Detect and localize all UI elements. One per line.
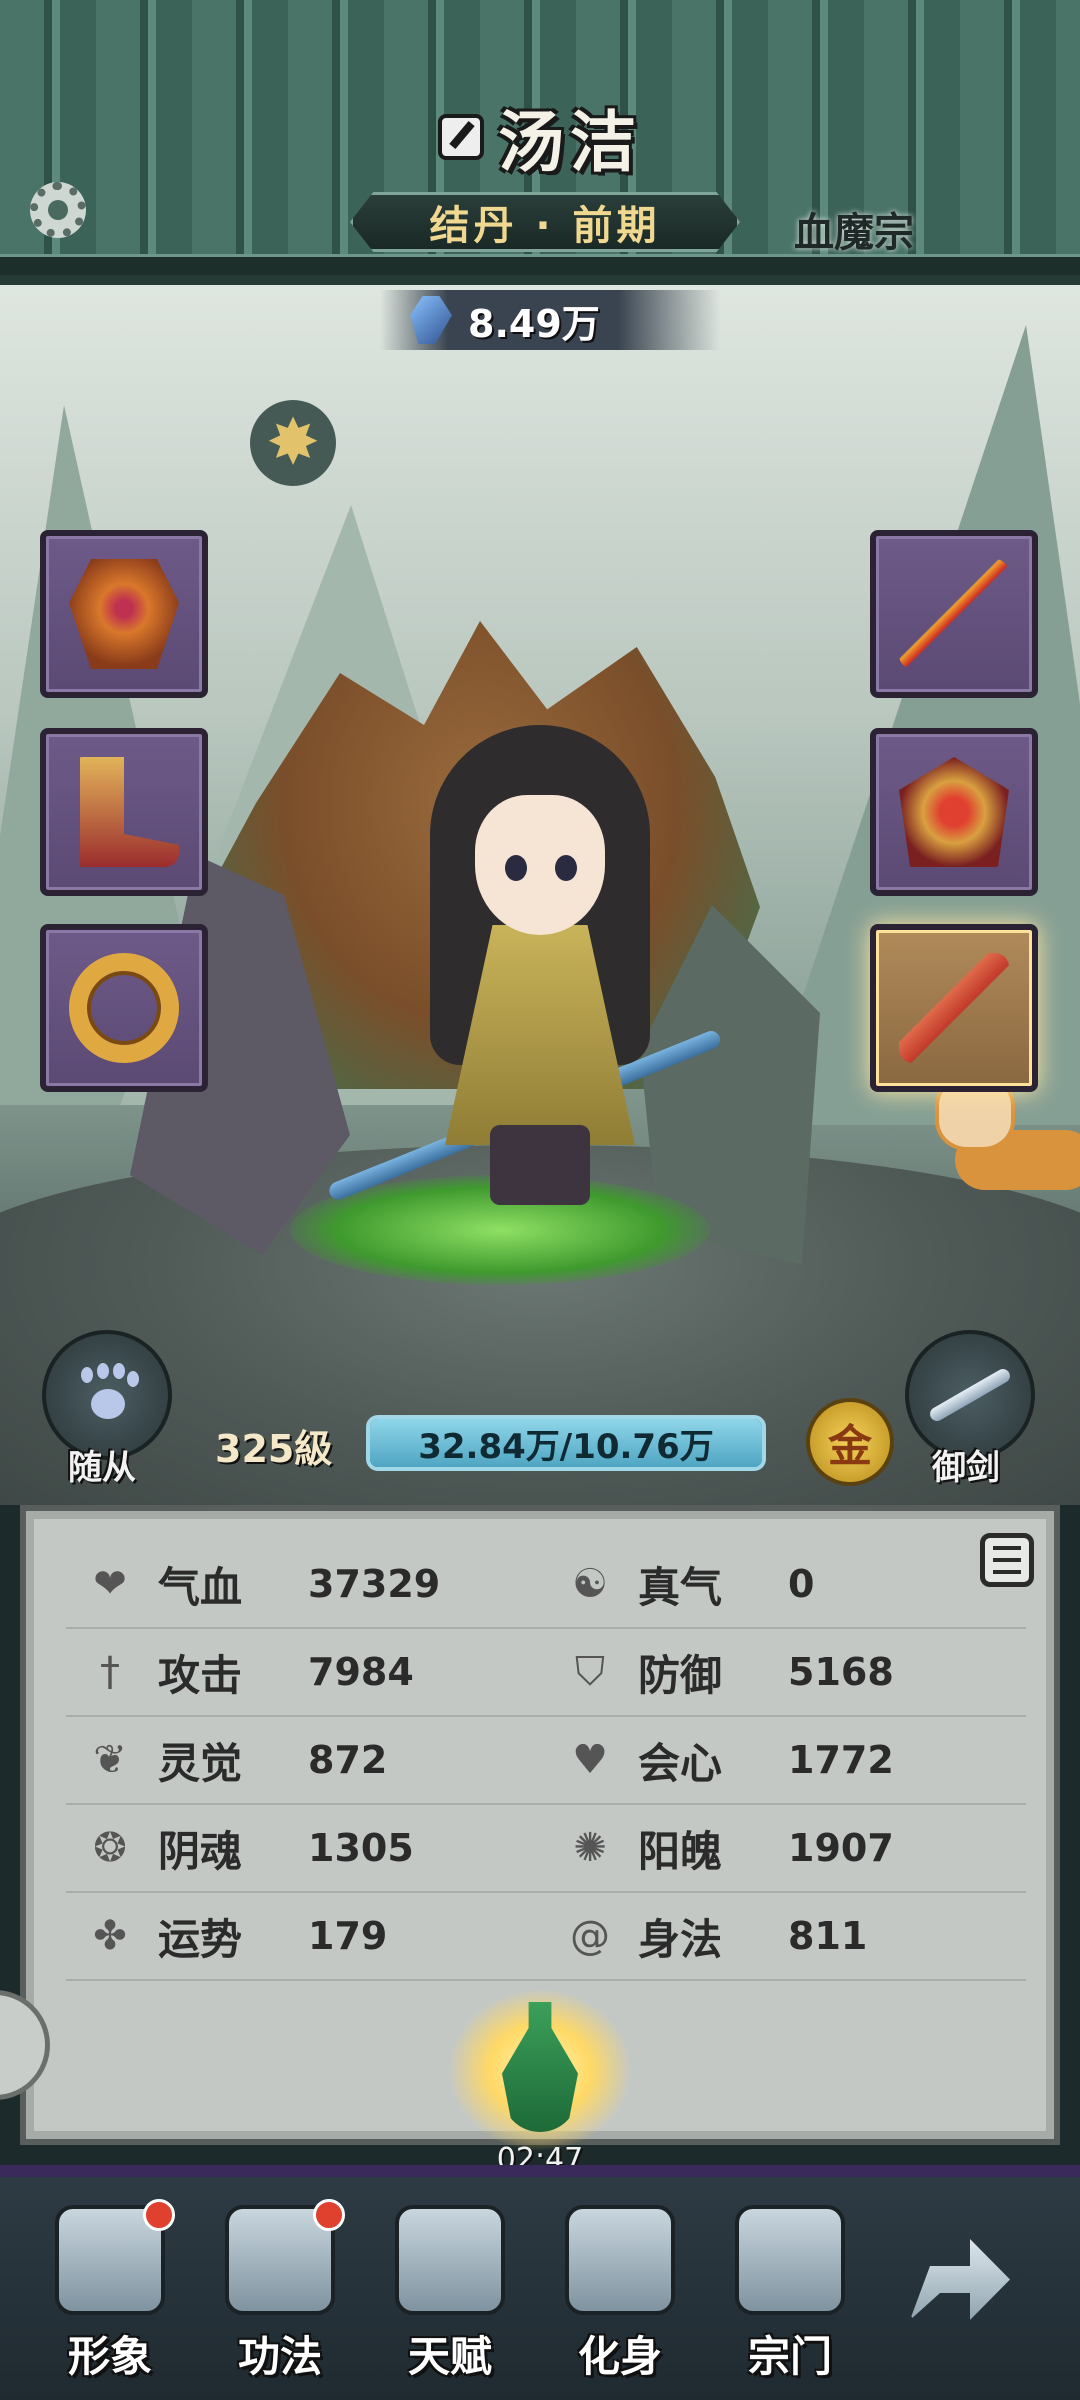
- pet-dog[interactable]: [935, 1075, 1080, 1205]
- exp-progress-bar: 32.84万/10.76万: [366, 1415, 766, 1471]
- gold-upgrade-button[interactable]: 金: [806, 1398, 894, 1486]
- nav-item-1[interactable]: 功法: [195, 2199, 365, 2395]
- nav-label: 功法: [237, 2332, 322, 2381]
- yin-soul-icon: ❂: [93, 1825, 127, 1871]
- hero-character[interactable]: [420, 725, 660, 1225]
- sword-icon: †: [100, 1649, 120, 1695]
- level-label: 325級: [215, 1427, 333, 1471]
- combat-power-value: 8.49万: [468, 301, 600, 346]
- attribute-cell: ✺ 阳魄 1907: [546, 1818, 1026, 1879]
- attribute-value: 179: [308, 1914, 388, 1958]
- realm-banner: 结丹 · 前期: [350, 192, 740, 252]
- follower-label: 随从: [68, 1448, 136, 1488]
- name-row: 汤洁: [0, 92, 1080, 182]
- attribute-row: ✤ 运势 179 @ 身法 811: [66, 1893, 1026, 1981]
- equip-slot-ring[interactable]: [40, 924, 208, 1092]
- attribute-label: 运势: [158, 1914, 243, 1964]
- swirl-icon: @: [570, 1913, 610, 1959]
- attribute-label: 攻击: [158, 1650, 243, 1700]
- attribute-value: 37329: [308, 1562, 441, 1606]
- nav-item-3[interactable]: 化身: [535, 2205, 705, 2395]
- attribute-cell: @ 身法 811: [546, 1906, 1026, 1967]
- equip-slot-helmet[interactable]: [870, 728, 1038, 896]
- equip-slot-boots[interactable]: [40, 728, 208, 896]
- notification-dot: [313, 2199, 345, 2231]
- nav-label: 宗门: [747, 2332, 832, 2381]
- attribute-value: 7984: [308, 1650, 414, 1694]
- mace-icon: [899, 953, 1009, 1063]
- edit-name-icon[interactable]: [438, 114, 484, 160]
- nav-item-0[interactable]: 形象: [25, 2199, 195, 2395]
- exp-progress-text: 32.84万/10.76万: [418, 1426, 714, 1467]
- attribute-value: 872: [308, 1738, 388, 1782]
- attribute-cell: ❤ 气血 37329: [66, 1554, 546, 1615]
- lotus-icon: ❦: [93, 1737, 127, 1783]
- shield-icon: ⛉: [575, 1649, 605, 1695]
- spear-icon: [899, 559, 1009, 669]
- combat-power-icon: [410, 296, 452, 344]
- nav-item-2[interactable]: 天赋: [365, 2205, 535, 2395]
- crit-heart-icon: ♥: [572, 1737, 608, 1783]
- heart-icon: ❤: [93, 1561, 127, 1607]
- armor-icon: [69, 559, 179, 669]
- attribute-value: 1907: [788, 1826, 894, 1870]
- attribute-value: 5168: [788, 1650, 894, 1694]
- player-name: 汤洁: [498, 104, 642, 181]
- attribute-label: 真气: [638, 1562, 723, 1612]
- settings-gear-icon[interactable]: [30, 182, 86, 238]
- paw-icon: [77, 1367, 137, 1423]
- helmet-icon: [899, 757, 1009, 867]
- nav-label: 天赋: [407, 2332, 492, 2381]
- avatar-icon: [565, 2205, 675, 2315]
- attribute-label: 身法: [638, 1914, 723, 1964]
- attribute-value: 1305: [308, 1826, 414, 1870]
- attribute-row: ❤ 气血 37329 ☯ 真气 0: [66, 1541, 1026, 1629]
- attribute-label: 阳魄: [638, 1826, 723, 1876]
- attribute-row: ❂ 阴魂 1305 ✺ 阳魄 1907: [66, 1805, 1026, 1893]
- yin-yang-icon: ☯: [572, 1561, 608, 1607]
- attribute-cell: ❦ 灵觉 872: [66, 1730, 546, 1791]
- nav-label: 形象: [67, 2332, 152, 2381]
- attribute-row: ❦ 灵觉 872 ♥ 会心 1772: [66, 1717, 1026, 1805]
- equip-slot-artifact[interactable]: [870, 924, 1038, 1092]
- return-arrow-icon[interactable]: [900, 2200, 1030, 2330]
- header: 汤洁 结丹 · 前期 血魔宗: [0, 0, 1080, 285]
- nav-item-4[interactable]: 宗门: [705, 2205, 875, 2395]
- attribute-cell: ☯ 真气 0: [546, 1554, 1026, 1615]
- flying-sword-label: 御剑: [932, 1448, 1000, 1488]
- gourd-reward-button[interactable]: [440, 1980, 640, 2150]
- equip-slot-armor[interactable]: [40, 530, 208, 698]
- notification-dot: [143, 2199, 175, 2231]
- attributes-list: ❤ 气血 37329 ☯ 真气 0 † 攻击 7984 ⛉ 防御 5168 ❦ 灵觉 872 ♥ 会心 1772 ❂…: [66, 1541, 1026, 1981]
- sect-name[interactable]: 血魔宗: [794, 200, 914, 258]
- attribute-value: 0: [788, 1562, 815, 1606]
- attribute-cell: ⛉ 防御 5168: [546, 1642, 1026, 1703]
- combat-power: 8.49万: [380, 290, 720, 350]
- attribute-cell: ✤ 运势 179: [66, 1906, 546, 1967]
- attribute-value: 1772: [788, 1738, 894, 1782]
- nav-label: 化身: [577, 2332, 662, 2381]
- attribute-cell: ❂ 阴魂 1305: [66, 1818, 546, 1879]
- ring-icon: [69, 953, 179, 1063]
- spiral-icon: [395, 2205, 505, 2315]
- attribute-cell: † 攻击 7984: [66, 1642, 546, 1703]
- attribute-cell: ♥ 会心 1772: [546, 1730, 1026, 1791]
- attribute-label: 防御: [638, 1650, 723, 1700]
- attribute-label: 气血: [158, 1562, 243, 1612]
- boots-icon: [80, 757, 179, 867]
- equip-slot-weapon[interactable]: [870, 530, 1038, 698]
- attribute-row: † 攻击 7984 ⛉ 防御 5168: [66, 1629, 1026, 1717]
- talisman-star-icon[interactable]: ✸: [250, 400, 336, 486]
- attribute-label: 阴魂: [158, 1826, 243, 1876]
- yang-soul-icon: ✺: [573, 1825, 607, 1871]
- attribute-label: 灵觉: [158, 1738, 243, 1788]
- sect-icon: [735, 2205, 845, 2315]
- attribute-label: 会心: [638, 1738, 723, 1788]
- clover-icon: ✤: [93, 1913, 127, 1959]
- flying-sword-icon: [927, 1366, 1013, 1424]
- attribute-value: 811: [788, 1914, 868, 1958]
